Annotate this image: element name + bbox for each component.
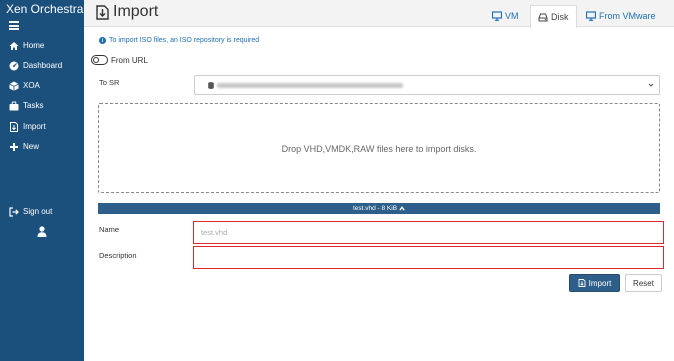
sidebar: Xen Orchestra Home Dashboard XOA Tasks I… — [0, 0, 84, 361]
import-icon — [8, 121, 19, 132]
sidebar-item-tasks[interactable]: Tasks — [8, 100, 43, 111]
tasks-icon — [8, 100, 19, 111]
database-icon — [208, 82, 214, 89]
import-button-label: Import — [588, 278, 612, 288]
tab-label: Disk — [551, 12, 569, 22]
chevron-up-icon — [399, 206, 405, 211]
xoa-cube-icon — [8, 80, 19, 91]
sidebar-item-xoa[interactable]: XOA — [8, 80, 40, 91]
info-message: i To import ISO files, an ISO repository… — [99, 37, 259, 44]
from-url-label: From URL — [111, 56, 148, 65]
sidebar-item-dashboard[interactable]: Dashboard — [8, 60, 62, 71]
sidebar-item-label: Import — [23, 122, 46, 131]
sidebar-item-import[interactable]: Import — [8, 121, 46, 132]
chevron-down-icon — [648, 83, 654, 87]
import-button[interactable]: Import — [569, 274, 620, 292]
sidebar-item-label: New — [23, 142, 40, 151]
sidebar-item-label: Dashboard — [23, 61, 63, 70]
disk-icon — [538, 13, 548, 22]
plus-icon — [8, 141, 19, 152]
dropzone-text: Drop VHD,VMDK,RAW files here to import d… — [281, 144, 477, 154]
import-icon — [96, 5, 109, 20]
sidebar-item-label: Tasks — [23, 101, 44, 110]
description-label: Description — [99, 251, 137, 260]
tab-label: From VMware — [599, 11, 656, 21]
page-header: Import VM Disk From VMware — [84, 0, 674, 28]
tab-vm[interactable]: VM — [485, 5, 526, 27]
sign-out-label: Sign out — [23, 207, 53, 216]
tab-disk[interactable]: Disk — [530, 5, 577, 28]
tab-from-vmware[interactable]: From VMware — [579, 5, 663, 27]
sr-select[interactable] — [194, 75, 660, 95]
sign-out-icon — [8, 206, 19, 217]
home-icon — [8, 40, 19, 51]
monitor-icon — [586, 11, 596, 21]
monitor-icon — [492, 11, 502, 21]
sr-selected-value-redacted — [217, 83, 403, 88]
file-summary-bar[interactable]: test.vhd - 8 KiB — [98, 203, 660, 214]
name-label: Name — [99, 225, 120, 234]
page-title: Import — [113, 3, 159, 20]
menu-toggle-icon[interactable] — [9, 21, 19, 30]
sr-label: To SR — [99, 78, 120, 87]
file-dropzone[interactable]: Drop VHD,VMDK,RAW files here to import d… — [98, 103, 660, 193]
sidebar-item-label: Home — [23, 41, 45, 50]
sidebar-item-new[interactable]: New — [8, 141, 39, 152]
import-icon — [578, 279, 586, 287]
app-root: Xen Orchestra Home Dashboard XOA Tasks I… — [0, 0, 674, 361]
app-title: Xen Orchestra — [6, 2, 84, 16]
description-field[interactable] — [193, 246, 664, 269]
reset-button[interactable]: Reset — [625, 274, 662, 292]
user-icon[interactable] — [37, 226, 47, 237]
info-icon: i — [99, 37, 106, 44]
from-url-toggle[interactable] — [91, 55, 108, 65]
info-text: To import ISO files, an ISO repository i… — [109, 37, 260, 44]
file-summary: test.vhd - 8 KiB — [352, 205, 398, 212]
dashboard-icon — [8, 60, 19, 71]
sidebar-item-home[interactable]: Home — [8, 40, 44, 51]
name-field[interactable] — [193, 221, 664, 244]
tab-label: VM — [505, 11, 519, 21]
sign-out-link[interactable]: Sign out — [8, 206, 52, 217]
sidebar-item-label: XOA — [23, 81, 40, 90]
